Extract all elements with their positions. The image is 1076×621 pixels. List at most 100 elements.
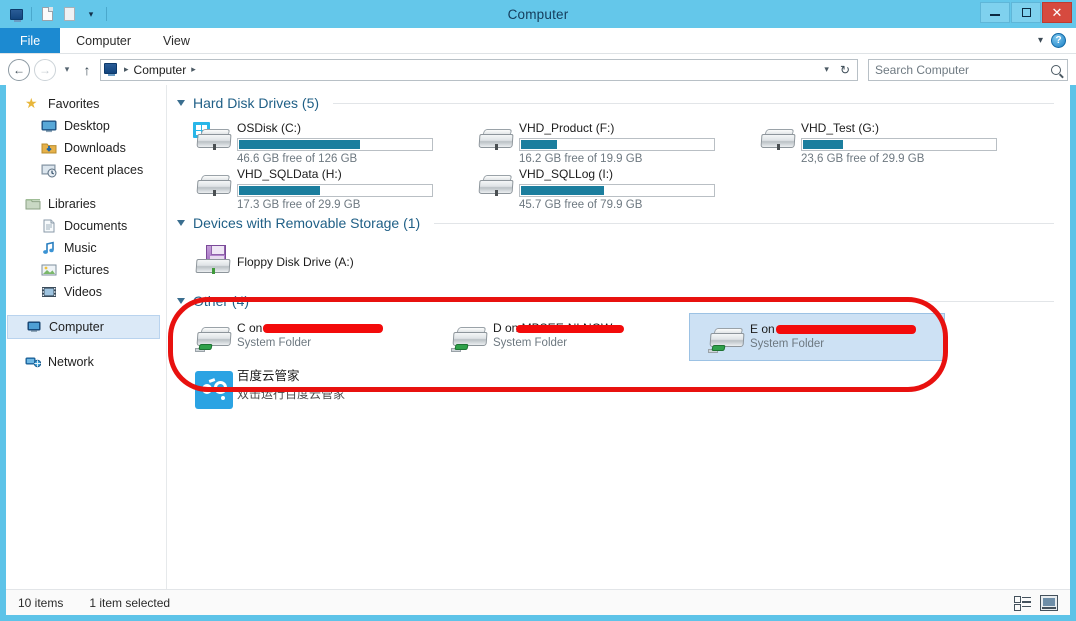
capacity-bar (237, 184, 433, 197)
sidebar-item-favorites[interactable]: ★ Favorites (7, 93, 166, 115)
close-button[interactable]: ✕ (1042, 2, 1072, 23)
sidebar-item-pictures[interactable]: Pictures (7, 259, 166, 281)
downloads-icon (41, 140, 57, 156)
group-divider (434, 222, 1054, 224)
drive-tile-vhd-product[interactable]: VHD_Product (F:) 16.2 GB free of 19.9 GB (459, 115, 741, 165)
sidebar-item-computer[interactable]: Computer (7, 315, 160, 339)
drive-tile-vhd-sqldata[interactable]: VHD_SQLData (H:) 17.3 GB free of 29.9 GB (177, 161, 459, 211)
network-drive-icon (704, 318, 750, 353)
recent-locations-caret-icon[interactable]: ▾ (60, 64, 74, 75)
drive-capacity-text: 45.7 GB free of 79.9 GB (519, 199, 643, 211)
sidebar-label-computer: Computer (49, 320, 104, 334)
window-controls: ✕ (980, 2, 1072, 23)
sidebar-label-network: Network (48, 355, 94, 369)
drive-icon (191, 165, 237, 199)
network-drive-icon (191, 317, 237, 352)
network-drive-type: System Folder (750, 338, 825, 350)
group-title-removable-storage: Devices with Removable Storage (1) (193, 215, 421, 231)
redaction-mark (775, 325, 916, 335)
recent-places-icon (41, 162, 57, 178)
address-dropdown-icon[interactable]: ▾ (820, 64, 833, 75)
sidebar-item-documents[interactable]: Documents (7, 215, 166, 237)
tab-computer[interactable]: Computer (60, 28, 147, 53)
up-button[interactable]: ↑ (78, 62, 96, 78)
search-input[interactable]: Search Computer (868, 58, 1068, 81)
drive-name: VHD_Test (G:) (801, 121, 880, 135)
drive-name: VHD_SQLLog (I:) (519, 167, 614, 181)
network-drive-tile-e[interactable]: E on System Folder (689, 313, 945, 361)
refresh-icon[interactable]: ↻ (836, 63, 854, 77)
sidebar-label-libraries: Libraries (48, 197, 96, 211)
network-drive-name: C on (237, 321, 433, 335)
other-grid: C on System Folder D on MBSEE (177, 313, 1070, 409)
back-button[interactable]: ← (8, 58, 30, 81)
navigation-pane: ★ Favorites Desktop Downloads Recent pla… (7, 85, 167, 589)
explorer-window: ▾ Computer ✕ File Computer View ▾ ? ← → … (0, 0, 1076, 621)
large-icons-view-icon[interactable] (1040, 594, 1058, 611)
sidebar-item-music[interactable]: Music (7, 237, 166, 259)
documents-icon (41, 218, 57, 234)
baidu-cloud-icon (191, 365, 237, 409)
capacity-bar (801, 138, 997, 151)
collapse-triangle-icon[interactable] (177, 298, 185, 304)
drive-name: Floppy Disk Drive (A:) (237, 255, 354, 269)
network-drive-type: System Folder (237, 337, 312, 349)
videos-icon (41, 284, 57, 300)
computer-icon-small (104, 63, 119, 76)
sidebar-label-music: Music (64, 241, 97, 255)
maximize-button[interactable] (1011, 2, 1041, 23)
quick-access-toolbar: ▾ (0, 0, 110, 28)
sidebar-label-videos: Videos (64, 285, 102, 299)
customize-caret-icon[interactable]: ▾ (81, 4, 101, 24)
network-drive-tile-c[interactable]: C on System Folder (177, 313, 433, 361)
computer-icon[interactable] (6, 4, 26, 24)
group-divider (263, 300, 1054, 302)
drive-tile-osdisk[interactable]: OSDisk (C:) 46.6 GB free of 126 GB (177, 115, 459, 165)
hard-disk-drives-grid: OSDisk (C:) 46.6 GB free of 126 GB VHD_P… (177, 115, 1070, 211)
drive-icon (755, 119, 801, 153)
sidebar-item-libraries[interactable]: Libraries (7, 193, 166, 215)
drive-tile-vhd-sqllog[interactable]: VHD_SQLLog (I:) 45.7 GB free of 79.9 GB (459, 161, 741, 211)
sidebar-item-recent-places[interactable]: Recent places (7, 159, 166, 181)
sidebar-item-network[interactable]: Network (7, 351, 166, 373)
group-title-other: Other (4) (193, 293, 250, 309)
tab-view[interactable]: View (147, 28, 206, 53)
app-name: 百度云管家 (237, 369, 300, 383)
details-view-icon[interactable] (1014, 595, 1032, 611)
sidebar-gap-3 (7, 339, 166, 351)
app-tile-baidu-cloud[interactable]: 百度云管家 双击运行百度云管家 (177, 361, 459, 409)
network-drive-name-prefix: E on (750, 322, 775, 336)
capacity-bar (519, 138, 715, 151)
item-count: 10 items (18, 595, 64, 610)
collapse-triangle-icon[interactable] (177, 100, 185, 106)
sidebar-item-desktop[interactable]: Desktop (7, 115, 166, 137)
drive-tile-vhd-test[interactable]: VHD_Test (G:) 23,6 GB free of 29.9 GB (741, 115, 1023, 165)
address-bar: ← → ▾ ↑ ▸ Computer ▸ ▾ ↻ Search Computer (0, 54, 1076, 85)
sidebar-label-downloads: Downloads (64, 141, 126, 155)
breadcrumb[interactable]: ▸ Computer ▸ ▾ ↻ (100, 58, 858, 81)
network-drive-tile-d[interactable]: D on MBSEE-NLNOW System Folder (433, 313, 689, 361)
group-header-removable-storage[interactable]: Devices with Removable Storage (1) (177, 215, 1070, 231)
redaction-mark (516, 324, 625, 333)
selection-count: 1 item selected (89, 595, 171, 610)
sidebar-item-downloads[interactable]: Downloads (7, 137, 166, 159)
drive-tile-floppy[interactable]: Floppy Disk Drive (A:) (177, 235, 459, 287)
sidebar-item-videos[interactable]: Videos (7, 281, 166, 303)
help-icon[interactable]: ? (1051, 33, 1066, 48)
collapse-triangle-icon[interactable] (177, 220, 185, 226)
tab-file[interactable]: File (0, 28, 61, 53)
breadcrumb-computer[interactable]: Computer (134, 63, 187, 77)
pictures-icon (41, 262, 57, 278)
chevron-down-icon[interactable]: ▾ (1038, 35, 1043, 46)
minimize-button[interactable] (980, 2, 1010, 23)
breadcrumb-separator-2[interactable]: ▸ (189, 64, 198, 75)
network-drive-name: D on MBSEE-NLNOW (493, 321, 689, 335)
drive-capacity-text: 17.3 GB free of 29.9 GB (237, 199, 361, 211)
group-header-other[interactable]: Other (4) (177, 293, 1070, 309)
forward-button: → (34, 58, 56, 81)
drive-name: VHD_Product (F:) (519, 121, 615, 135)
properties-icon[interactable] (59, 4, 79, 24)
new-folder-icon[interactable] (37, 4, 57, 24)
removable-storage-grid: Floppy Disk Drive (A:) (177, 235, 1070, 287)
group-header-hard-disk-drives[interactable]: Hard Disk Drives (5) (177, 95, 1070, 111)
